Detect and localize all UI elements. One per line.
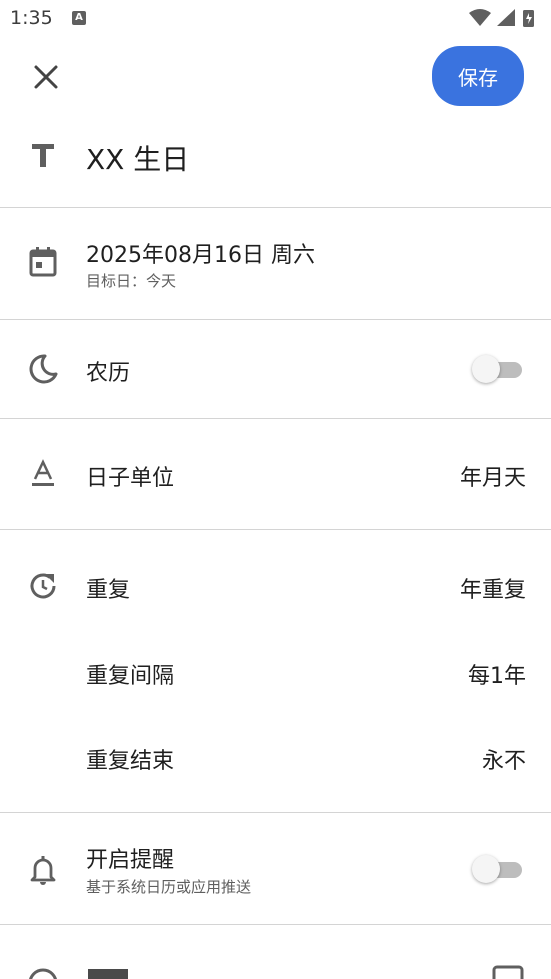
notification-icon: A <box>72 11 86 25</box>
repeat-end-label: 重复结束 <box>86 749 175 774</box>
next-row-partial <box>0 925 551 979</box>
day-unit-value: 年月天 <box>459 466 526 491</box>
status-icons <box>467 8 541 32</box>
text-format-icon <box>26 457 60 491</box>
signal-icon <box>497 9 515 26</box>
wifi-icon <box>469 9 491 26</box>
date-target-label: 目标日：今天 <box>86 272 177 290</box>
divider <box>0 529 551 530</box>
status-time: 1:35 <box>10 7 53 29</box>
divider <box>0 812 551 813</box>
repeat-interval-label: 重复间隔 <box>86 664 175 689</box>
repeat-icon <box>26 569 60 603</box>
date-value: 2025年08月16日 周六 <box>86 243 315 268</box>
lunar-toggle[interactable] <box>472 353 522 385</box>
bell-icon <box>26 853 60 887</box>
repeat-end-value: 永不 <box>481 749 526 774</box>
lunar-label: 农历 <box>86 361 131 386</box>
reminder-label: 开启提醒 <box>86 848 175 873</box>
day-unit-label: 日子单位 <box>86 466 175 491</box>
repeat-end-row[interactable] <box>0 716 551 796</box>
close-button[interactable] <box>26 57 66 97</box>
repeat-value: 年重复 <box>459 578 526 603</box>
reminder-sub: 基于系统日历或应用推送 <box>86 878 252 896</box>
reminder-toggle[interactable] <box>472 853 522 885</box>
divider <box>0 319 551 320</box>
repeat-interval-value: 每1年 <box>468 664 526 689</box>
moon-icon <box>26 352 60 386</box>
event-title-input[interactable]: XX 生日 <box>86 138 189 178</box>
calendar-icon <box>26 245 60 279</box>
title-icon <box>26 138 60 172</box>
save-button[interactable]: 保存 <box>432 46 524 106</box>
close-icon <box>34 65 58 89</box>
repeat-label: 重复 <box>86 578 131 603</box>
